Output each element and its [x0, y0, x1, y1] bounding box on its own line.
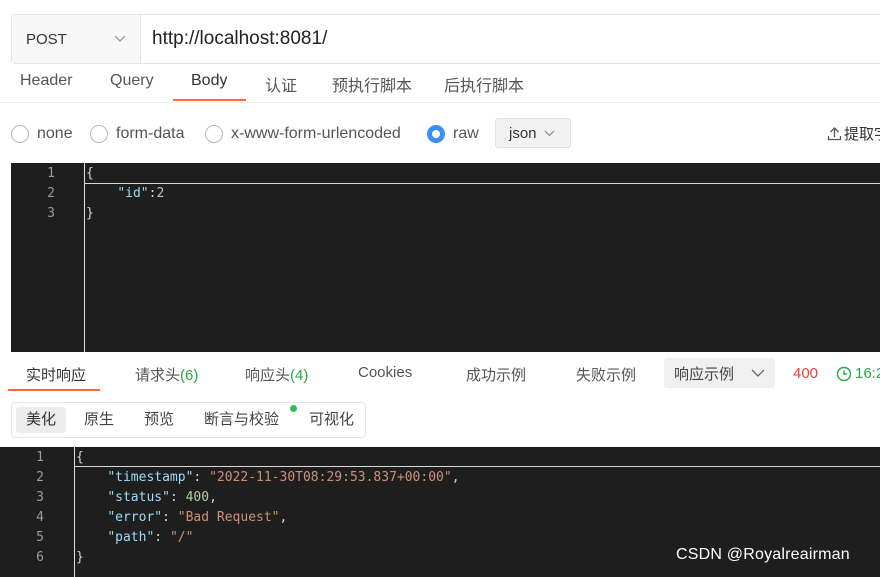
- tab-label: 响应头: [245, 367, 291, 384]
- tab-post-script[interactable]: 后执行脚本: [444, 72, 524, 96]
- watermark: CSDN @Royalreairman: [676, 546, 850, 563]
- tab-query[interactable]: Query: [110, 72, 154, 90]
- line-number: 6: [36, 550, 44, 565]
- current-line-marker: [74, 466, 880, 467]
- radio-button[interactable]: [11, 125, 29, 143]
- response-time: 16:2: [836, 365, 880, 382]
- json-value: "/": [169, 530, 194, 545]
- tab-success-example[interactable]: 成功示例: [466, 364, 526, 385]
- tab-visualize[interactable]: 可视化: [299, 407, 364, 433]
- raw-format-label: json: [509, 124, 537, 142]
- code-line: "error": "Bad Request",: [107, 510, 288, 525]
- response-time-value: 16:2: [855, 365, 880, 382]
- code-line: "timestamp": "2022-11-30T08:29:53.837+00…: [107, 470, 460, 485]
- tab-label: 请求头: [135, 367, 181, 384]
- json-key: "timestamp": [107, 470, 194, 485]
- radio-form-data[interactable]: form-data: [90, 125, 184, 143]
- radio-none[interactable]: none: [11, 125, 73, 143]
- view-mode-tabs: 美化 原生 预览 断言与校验 可视化: [11, 402, 366, 438]
- tab-cookies[interactable]: Cookies: [358, 364, 412, 381]
- tab-pre-script[interactable]: 预执行脚本: [332, 72, 412, 96]
- active-tab-underline: [173, 99, 246, 101]
- line-number: 3: [36, 490, 44, 505]
- json-key: "error": [107, 510, 163, 525]
- tab-realtime-response[interactable]: 实时响应: [26, 364, 86, 385]
- chevron-down-icon: [751, 369, 765, 377]
- json-value: 400: [185, 490, 210, 505]
- response-tabs: 实时响应 请求头(6) 响应头(4) Cookies 成功示例 失败示例 响应示…: [0, 353, 880, 391]
- line-number: 3: [47, 206, 55, 221]
- url-input[interactable]: http://localhost:8081/: [141, 28, 327, 50]
- chevron-down-icon: [114, 35, 126, 43]
- line-number: 2: [47, 186, 55, 201]
- line-gutter: 1 2 3 4 5 6: [0, 447, 74, 577]
- tab-pretty[interactable]: 美化: [16, 407, 67, 433]
- code-line: }: [86, 206, 94, 221]
- radio-label: form-data: [116, 125, 185, 142]
- tab-response-headers[interactable]: 响应头(4): [245, 364, 308, 385]
- method-label: POST: [26, 30, 67, 48]
- line-number: 4: [36, 510, 44, 525]
- example-select-label: 响应示例: [674, 365, 735, 383]
- radio-label: raw: [453, 125, 479, 142]
- radio-button[interactable]: [90, 125, 108, 143]
- clock-icon: [836, 366, 852, 381]
- code-line: "path": "/": [107, 530, 194, 545]
- gutter-edge: [84, 163, 85, 352]
- count-badge: (6): [180, 367, 199, 384]
- line-number: 5: [36, 530, 44, 545]
- active-tab-underline: [8, 389, 100, 391]
- current-line-marker: [84, 183, 880, 184]
- method-select[interactable]: POST: [12, 15, 141, 63]
- extract-button[interactable]: 提取字: [827, 123, 880, 144]
- count-badge: (4): [290, 367, 309, 384]
- json-value: "Bad Request": [177, 510, 280, 525]
- code-line: }: [76, 550, 84, 565]
- tab-request-headers[interactable]: 请求头(6): [135, 364, 198, 385]
- code-line: {: [76, 450, 84, 465]
- extract-label: 提取字: [844, 126, 880, 143]
- tab-fail-example[interactable]: 失败示例: [576, 364, 636, 385]
- radio-button-checked[interactable]: [427, 125, 445, 143]
- code-line: {: [86, 166, 94, 181]
- tab-raw[interactable]: 原生: [74, 407, 124, 433]
- code-line: "id":2: [117, 186, 165, 201]
- radio-label: x-www-form-urlencoded: [231, 125, 401, 142]
- radio-button[interactable]: [205, 125, 223, 143]
- request-body-editor[interactable]: 1 2 3 { "id":2 }: [11, 163, 880, 352]
- upload-icon: [827, 127, 842, 141]
- line-number: 1: [47, 166, 55, 181]
- json-key: "path": [107, 530, 155, 545]
- body-type-row: none form-data x-www-form-urlencoded raw…: [0, 118, 880, 152]
- tab-auth[interactable]: 认证: [265, 72, 297, 96]
- raw-format-select[interactable]: json: [495, 118, 571, 148]
- json-key: "status": [107, 490, 170, 505]
- line-number: 2: [36, 470, 44, 485]
- tab-assertions[interactable]: 断言与校验: [194, 407, 289, 433]
- line-number: 1: [36, 450, 44, 465]
- code-line: "status": 400,: [107, 490, 217, 505]
- tab-header[interactable]: Header: [20, 72, 72, 90]
- request-tabs: Header Query Body 认证 预执行脚本 后执行脚本: [0, 64, 880, 103]
- url-bar: POST http://localhost:8081/: [11, 14, 880, 64]
- example-select[interactable]: 响应示例: [664, 358, 775, 388]
- radio-label: none: [37, 125, 73, 142]
- radio-urlencoded[interactable]: x-www-form-urlencoded: [205, 125, 401, 143]
- status-code: 400: [793, 365, 819, 382]
- chevron-down-icon: [544, 130, 555, 137]
- json-value: "2022-11-30T08:29:53.837+00:00": [209, 470, 452, 485]
- radio-raw[interactable]: raw: [427, 125, 479, 143]
- tab-preview[interactable]: 预览: [134, 407, 184, 433]
- tab-body[interactable]: Body: [191, 72, 227, 90]
- status-dot: [290, 405, 297, 412]
- line-gutter: 1 2 3: [11, 163, 84, 352]
